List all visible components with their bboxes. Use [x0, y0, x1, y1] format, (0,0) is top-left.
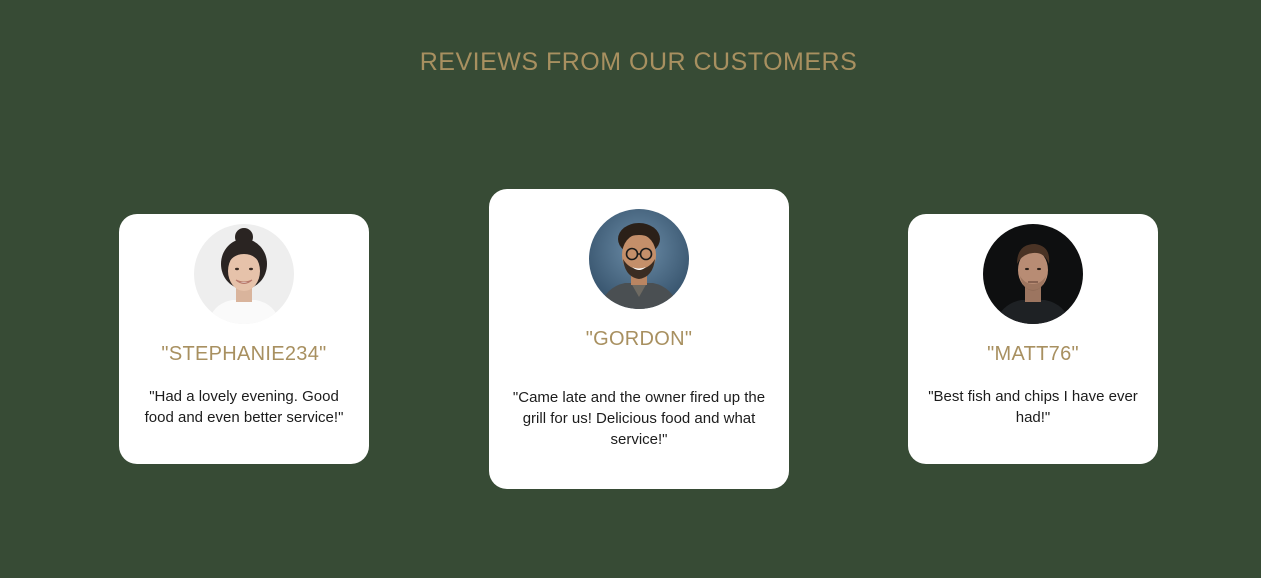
section-title: REVIEWS FROM OUR CUSTOMERS	[419, 48, 858, 76]
review-text: "Came late and the owner fired up the gr…	[512, 389, 766, 448]
review-card: "GORDON" "Came late and the owner fired …	[489, 189, 789, 489]
review-card: "MATT76" "Best fish and chips I have eve…	[908, 214, 1158, 464]
young-man-portrait-icon	[983, 224, 1083, 324]
avatar	[983, 224, 1083, 324]
man-with-glasses-portrait-icon	[589, 209, 689, 309]
avatar	[194, 224, 294, 324]
review-card: "STEPHANIE234" "Had a lovely evening. Go…	[119, 214, 369, 464]
avatar	[589, 209, 689, 309]
reviewer-name: "STEPHANIE234"	[161, 343, 327, 365]
reviewer-name: "MATT76"	[987, 343, 1079, 365]
review-text: "Had a lovely evening. Good food and eve…	[144, 388, 344, 426]
reviewer-name: "GORDON"	[585, 328, 693, 350]
review-text: "Best fish and chips I have ever had!"	[928, 388, 1138, 426]
woman-portrait-icon	[194, 224, 294, 324]
